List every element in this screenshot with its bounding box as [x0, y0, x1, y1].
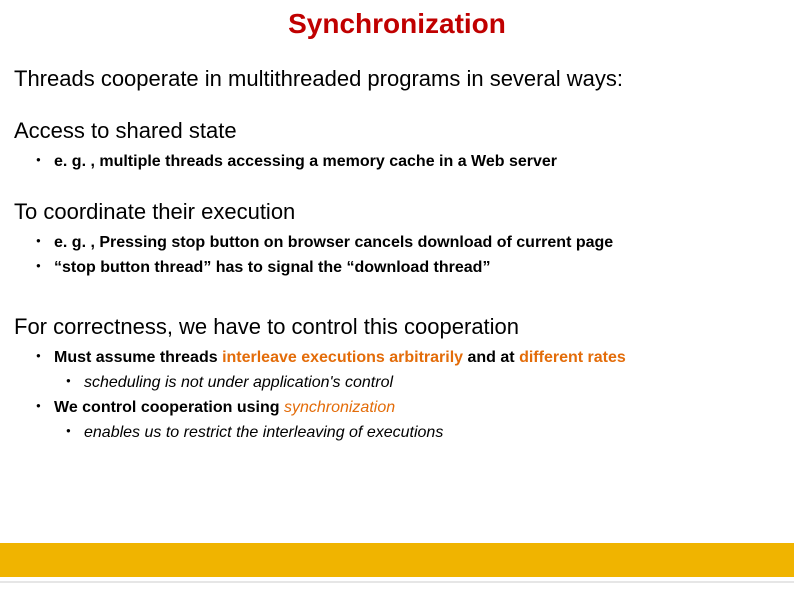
- list-item: enables us to restrict the interleaving …: [84, 421, 780, 444]
- slide-body: Threads cooperate in multithreaded progr…: [0, 66, 794, 444]
- text-fragment: and at: [463, 349, 519, 366]
- list-item: “stop button thread” has to signal the “…: [54, 256, 780, 279]
- highlight-text: interleave executions arbitrarily: [222, 349, 463, 366]
- footer-accent-bar: [0, 543, 794, 577]
- slide: Synchronization Threads cooperate in mul…: [0, 0, 794, 595]
- sublist: enables us to restrict the interleaving …: [54, 421, 780, 444]
- highlight-text: different rates: [519, 349, 626, 366]
- text-fragment: Must assume threads: [54, 349, 222, 366]
- highlight-text: synchronization: [284, 399, 395, 416]
- section-3-list: Must assume threads interleave execution…: [14, 346, 780, 445]
- sublist: scheduling is not under application's co…: [54, 371, 780, 394]
- section-2-heading: To coordinate their execution: [14, 199, 780, 225]
- section-3-heading: For correctness, we have to control this…: [14, 314, 780, 340]
- section-1-heading: Access to shared state: [14, 118, 780, 144]
- list-item: We control cooperation using synchroniza…: [54, 396, 780, 444]
- footer-rule: [0, 581, 794, 583]
- list-item: e. g. , Pressing stop button on browser …: [54, 231, 780, 254]
- list-item: scheduling is not under application's co…: [84, 371, 780, 394]
- list-item: e. g. , multiple threads accessing a mem…: [54, 150, 780, 173]
- slide-title: Synchronization: [0, 0, 794, 40]
- section-2-list: e. g. , Pressing stop button on browser …: [14, 231, 780, 279]
- intro-text: Threads cooperate in multithreaded progr…: [14, 66, 780, 92]
- section-1-list: e. g. , multiple threads accessing a mem…: [14, 150, 780, 173]
- list-item: Must assume threads interleave execution…: [54, 346, 780, 394]
- text-fragment: We control cooperation using: [54, 399, 284, 416]
